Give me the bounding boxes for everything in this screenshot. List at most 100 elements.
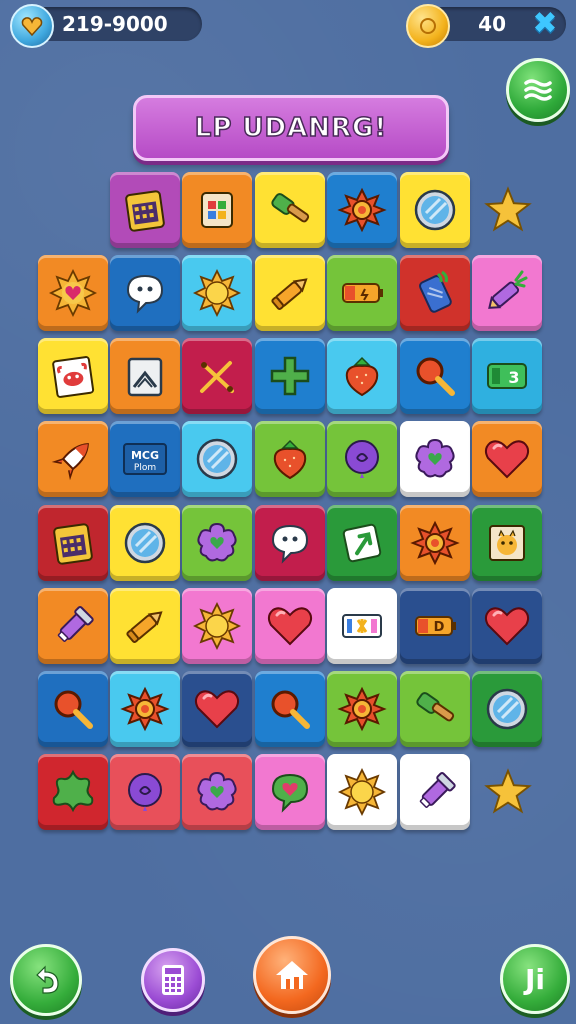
tile[interactable]: D — [400, 588, 470, 664]
tile[interactable] — [327, 172, 397, 248]
gift-box-icon — [201, 192, 233, 228]
home-button[interactable] — [253, 936, 331, 1014]
heart-icon — [484, 607, 530, 646]
picture-card-icon — [127, 357, 163, 397]
tile[interactable] — [110, 505, 180, 581]
tile[interactable] — [182, 505, 252, 581]
text-card-icon: MCGPlom — [123, 443, 167, 475]
tile[interactable] — [327, 754, 397, 830]
tile[interactable] — [255, 338, 325, 414]
pencil-plant-icon — [488, 270, 528, 309]
bonus-star[interactable] — [482, 184, 534, 236]
sun-gear-icon — [337, 686, 387, 732]
sun-icon — [337, 767, 387, 817]
tile[interactable] — [182, 255, 252, 331]
tile[interactable] — [182, 338, 252, 414]
flower-heart-icon — [415, 438, 455, 478]
star-blob-icon — [52, 769, 94, 813]
next-button-label: Ji — [524, 962, 545, 996]
tile[interactable] — [110, 338, 180, 414]
magnifier-icon — [271, 690, 310, 729]
tile[interactable]: MCG Plom — [110, 421, 180, 497]
mirror-icon — [124, 522, 166, 564]
drink-can-icon — [419, 270, 452, 313]
tile[interactable] — [255, 505, 325, 581]
bonus-star[interactable] — [482, 766, 534, 818]
tile[interactable] — [472, 588, 542, 664]
tile[interactable] — [110, 754, 180, 830]
tile[interactable] — [255, 754, 325, 830]
tile[interactable] — [400, 754, 470, 830]
tile[interactable] — [38, 505, 108, 581]
sun-heart-icon — [48, 268, 98, 318]
mirror-icon — [486, 688, 528, 730]
tile[interactable] — [400, 338, 470, 414]
tile[interactable] — [38, 338, 108, 414]
tile[interactable] — [400, 671, 470, 747]
tile[interactable] — [182, 172, 252, 248]
calendar-icon — [53, 523, 93, 565]
animal-card-icon — [489, 525, 525, 561]
tile[interactable] — [255, 172, 325, 248]
tile[interactable] — [327, 338, 397, 414]
scissors-icon — [200, 361, 234, 393]
tile[interactable] — [255, 255, 325, 331]
tile[interactable] — [38, 255, 108, 331]
battery-icon: D — [415, 616, 456, 636]
tile[interactable] — [400, 505, 470, 581]
tile[interactable] — [182, 754, 252, 830]
heart-icon — [267, 607, 313, 646]
tile[interactable] — [255, 421, 325, 497]
tile[interactable] — [182, 588, 252, 664]
tile[interactable] — [255, 588, 325, 664]
tile[interactable] — [472, 505, 542, 581]
tile[interactable] — [38, 421, 108, 497]
tile[interactable] — [327, 255, 397, 331]
tile[interactable] — [327, 588, 397, 664]
tile[interactable] — [472, 255, 542, 331]
tile[interactable] — [400, 172, 470, 248]
tile[interactable] — [38, 588, 108, 664]
tile[interactable] — [472, 421, 542, 497]
next-button[interactable]: Ji — [500, 944, 570, 1014]
strawberry-icon — [273, 439, 307, 480]
ticket-icon — [342, 614, 382, 638]
tile[interactable] — [400, 421, 470, 497]
hammer-icon — [416, 692, 455, 722]
strawberry-icon — [345, 356, 379, 397]
home-icon — [276, 961, 308, 989]
heart-icon — [484, 440, 530, 479]
tile[interactable] — [110, 588, 180, 664]
hammer-icon — [271, 193, 310, 223]
tile[interactable] — [400, 255, 470, 331]
star-icon — [484, 186, 532, 232]
calendar-icon — [125, 190, 165, 232]
tile[interactable] — [110, 172, 180, 248]
undo-button[interactable] — [10, 944, 82, 1016]
speech-bubble-icon — [126, 274, 164, 314]
tile[interactable]: 3 — [472, 338, 542, 414]
tile[interactable] — [38, 671, 108, 747]
svg-text:3: 3 — [508, 368, 519, 387]
mirror-icon — [196, 438, 238, 480]
tile[interactable] — [472, 671, 542, 747]
sun-gear-icon — [337, 187, 387, 233]
sun-gear-icon — [410, 520, 460, 566]
flower-heart-icon — [197, 771, 237, 811]
star-icon — [484, 768, 532, 814]
tile[interactable] — [110, 255, 180, 331]
calculator-button[interactable] — [141, 948, 205, 1012]
tile[interactable] — [327, 671, 397, 747]
balloon-heart-icon — [271, 773, 309, 813]
tile[interactable] — [38, 754, 108, 830]
speech-bubble-icon — [271, 524, 309, 564]
tile[interactable] — [255, 671, 325, 747]
tile[interactable] — [327, 505, 397, 581]
tile[interactable] — [327, 421, 397, 497]
tile[interactable] — [182, 421, 252, 497]
tile[interactable] — [182, 671, 252, 747]
crab-card-icon — [52, 356, 95, 398]
sun-icon — [192, 268, 242, 318]
tile[interactable] — [110, 671, 180, 747]
flower-heart-icon — [197, 522, 237, 562]
